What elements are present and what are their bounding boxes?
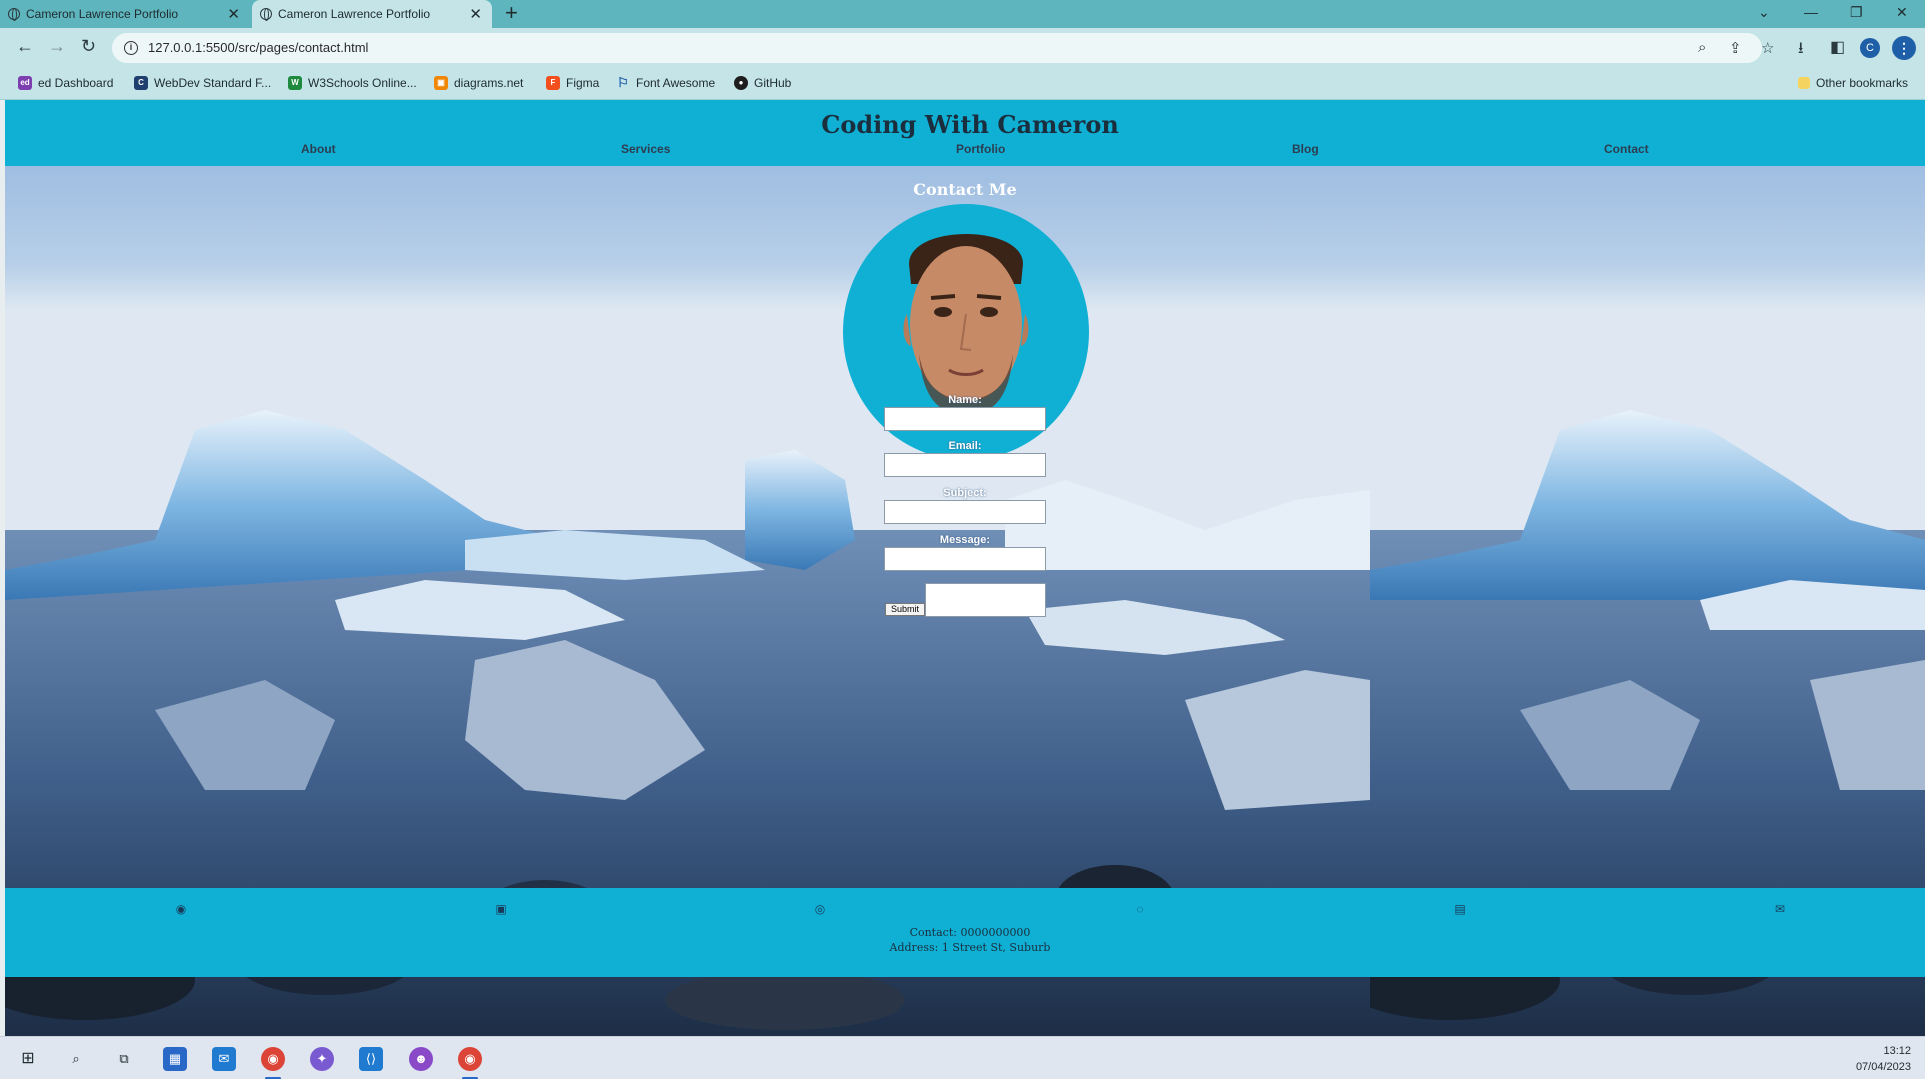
browser-tab[interactable]: Cameron Lawrence Portfolio ✕ bbox=[0, 0, 250, 28]
tab-title: Cameron Lawrence Portfolio bbox=[278, 7, 431, 21]
nav-contact[interactable]: Contact bbox=[1604, 142, 1649, 156]
clock-date: 07/04/2023 bbox=[1855, 1061, 1911, 1073]
ed-icon: ed bbox=[18, 76, 32, 90]
search-icon[interactable]: ⌕ bbox=[64, 1047, 88, 1071]
submit-button[interactable]: Submit bbox=[885, 603, 925, 616]
footer-contact: Contact: 0000000000 bbox=[909, 926, 1031, 939]
linkedin-icon[interactable]: ▣ bbox=[493, 901, 509, 917]
bookmark-label: WebDev Standard F... bbox=[154, 76, 272, 90]
bookmark-label: Font Awesome bbox=[636, 76, 716, 90]
profile-avatar[interactable]: C bbox=[1860, 38, 1880, 58]
task-view-icon[interactable]: ⧉ bbox=[112, 1047, 136, 1071]
back-arrow-icon[interactable]: ← bbox=[16, 36, 34, 57]
browser-tab-bar: Cameron Lawrence Portfolio ✕ Cameron Law… bbox=[0, 0, 1925, 28]
subject-label: Subject: bbox=[943, 487, 987, 499]
flag-icon: ⚐ bbox=[617, 75, 629, 90]
bookmark-label: diagrams.net bbox=[454, 76, 524, 90]
name-label: Name: bbox=[948, 394, 982, 406]
site-footer: ◉ ▣ ◎ ◌ ▤ ✉ Contact: 0000000000 Address:… bbox=[5, 888, 1925, 977]
browser-tab-active[interactable]: Cameron Lawrence Portfolio ✕ bbox=[252, 0, 492, 28]
message-label: Message: bbox=[939, 534, 991, 546]
side-panel-icon[interactable]: ◧ bbox=[1830, 37, 1845, 57]
copilot-icon[interactable]: ✦ bbox=[310, 1047, 334, 1071]
url-text[interactable]: 127.0.0.1:5500/src/pages/contact.html bbox=[148, 40, 368, 55]
email-label: Email: bbox=[948, 440, 982, 452]
bookmark-diagrams[interactable]: ▣ diagrams.net bbox=[434, 76, 523, 90]
facebook-icon[interactable]: ▤ bbox=[1452, 901, 1468, 917]
globe-icon bbox=[8, 8, 20, 21]
bookmark-label: W3Schools Online... bbox=[308, 76, 417, 90]
bookmark-webdev[interactable]: C WebDev Standard F... bbox=[134, 76, 271, 90]
store-icon[interactable]: ▦ bbox=[163, 1047, 187, 1071]
w3schools-icon: W bbox=[288, 76, 302, 90]
vscode-icon[interactable]: ⟨⟩ bbox=[359, 1047, 383, 1071]
site-title: Coding With Cameron bbox=[821, 110, 1119, 139]
contact-heading: Contact Me bbox=[913, 180, 1017, 199]
message-textarea[interactable] bbox=[925, 583, 1046, 617]
email-input[interactable] bbox=[884, 453, 1046, 477]
address-bar[interactable]: i 127.0.0.1:5500/src/pages/contact.html … bbox=[112, 33, 1774, 63]
restore-button[interactable]: ❐ bbox=[1850, 4, 1863, 21]
site-header: Coding With Cameron About Services Portf… bbox=[5, 100, 1925, 166]
folder-icon bbox=[1798, 77, 1810, 89]
messenger-icon[interactable]: ◌ bbox=[1132, 901, 1148, 917]
download-icon[interactable]: ⭳ bbox=[1798, 37, 1804, 64]
instagram-icon[interactable]: ◎ bbox=[812, 901, 828, 917]
bookmark-w3schools[interactable]: W W3Schools Online... bbox=[288, 76, 417, 90]
bookmark-label: GitHub bbox=[754, 76, 792, 90]
forward-arrow-icon[interactable]: → bbox=[48, 36, 66, 57]
nav-blog[interactable]: Blog bbox=[1292, 142, 1319, 156]
github-icon: ● bbox=[734, 76, 748, 90]
bookmark-label: ed Dashboard bbox=[38, 76, 114, 90]
bookmarks-bar: ed ed Dashboard C WebDev Standard F... W… bbox=[0, 68, 1925, 100]
close-tab-icon[interactable]: ✕ bbox=[469, 5, 482, 23]
browser-toolbar: ← → ↻ i 127.0.0.1:5500/src/pages/contact… bbox=[0, 28, 1925, 68]
page-viewport: Coding With Cameron About Services Portf… bbox=[5, 100, 1925, 1036]
share-icon[interactable]: ⇪ bbox=[1729, 39, 1742, 57]
chrome-icon[interactable]: ◉ bbox=[261, 1047, 285, 1071]
reload-icon[interactable]: ↻ bbox=[81, 36, 96, 57]
site-info-icon[interactable]: i bbox=[124, 41, 138, 55]
message-input[interactable] bbox=[884, 547, 1046, 571]
globe-icon bbox=[260, 8, 272, 21]
bookmark-label: Figma bbox=[566, 76, 600, 90]
tab-title: Cameron Lawrence Portfolio bbox=[26, 7, 179, 21]
bookmark-figma[interactable]: F Figma bbox=[546, 76, 599, 90]
nav-services[interactable]: Services bbox=[621, 142, 670, 156]
subject-input[interactable] bbox=[884, 500, 1046, 524]
mail-icon[interactable]: ✉ bbox=[212, 1047, 236, 1071]
discord-icon[interactable]: ☻ bbox=[409, 1047, 433, 1071]
clock-time: 13:12 bbox=[1883, 1045, 1911, 1057]
new-tab-button[interactable]: + bbox=[505, 1, 518, 25]
bookmark-ed-dashboard[interactable]: ed ed Dashboard bbox=[18, 76, 113, 90]
close-window-button[interactable]: ✕ bbox=[1896, 4, 1908, 21]
bookmark-font-awesome[interactable]: ⚐ Font Awesome bbox=[616, 75, 716, 91]
tab-search-icon[interactable]: ⌄ bbox=[1758, 4, 1770, 21]
figma-icon: F bbox=[546, 76, 560, 90]
close-tab-icon[interactable]: ✕ bbox=[227, 5, 240, 23]
zoom-icon[interactable]: ⌕ bbox=[1698, 39, 1706, 56]
name-input[interactable] bbox=[884, 407, 1046, 431]
nav-about[interactable]: About bbox=[301, 142, 336, 156]
bookmark-star-icon[interactable]: ☆ bbox=[1761, 39, 1774, 57]
diagrams-icon: ▣ bbox=[434, 76, 448, 90]
envelope-icon[interactable]: ✉ bbox=[1772, 901, 1788, 917]
github-icon[interactable]: ◉ bbox=[173, 901, 189, 917]
other-bookmarks-label: Other bookmarks bbox=[1816, 76, 1909, 90]
chrome-icon[interactable]: ◉ bbox=[458, 1047, 482, 1071]
nav-portfolio[interactable]: Portfolio bbox=[956, 142, 1005, 156]
webdev-icon: C bbox=[134, 76, 148, 90]
minimize-button[interactable]: — bbox=[1804, 4, 1818, 20]
footer-address: Address: 1 Street St, Suburb bbox=[889, 941, 1051, 954]
browser-menu-icon[interactable]: ⋮ bbox=[1892, 36, 1916, 60]
other-bookmarks-folder[interactable]: Other bookmarks bbox=[1798, 76, 1908, 90]
system-clock[interactable]: 13:12 07/04/2023 bbox=[1856, 1043, 1911, 1075]
bookmark-github[interactable]: ● GitHub bbox=[734, 76, 791, 90]
windows-taskbar: ⊞ ⌕ ⧉ ▦ ✉ ◉ ✦ ⟨⟩ ☻ ◉ 13:12 07/04/2023 bbox=[0, 1036, 1925, 1079]
windows-start-icon[interactable]: ⊞ bbox=[16, 1047, 40, 1071]
